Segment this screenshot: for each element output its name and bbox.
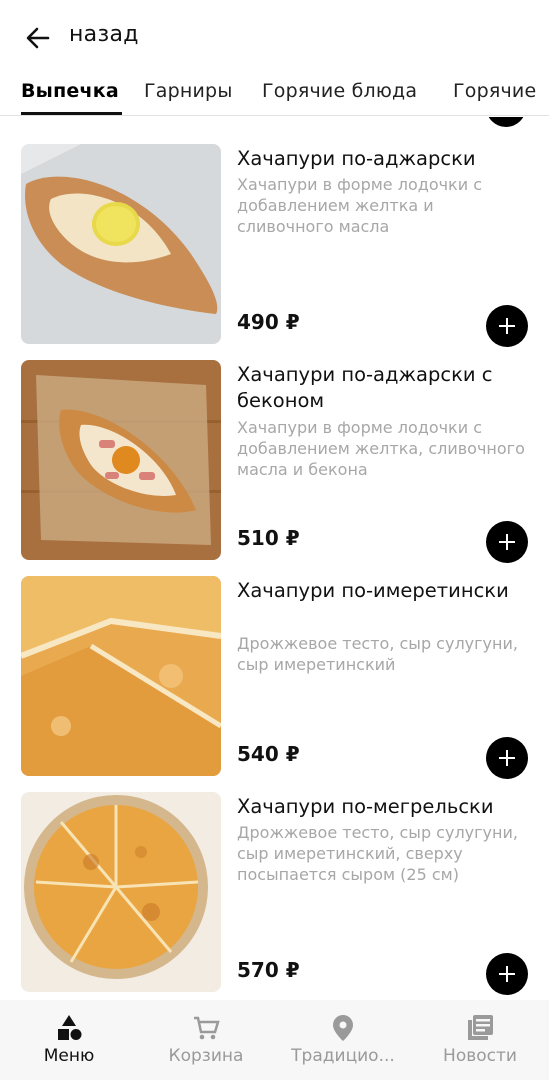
tab-hot-dishes[interactable]: Горячие блюда [262,80,417,102]
product-description: Хачапури в форме лодочки с добавлением ж… [237,175,482,236]
cart-icon [194,1016,220,1040]
product-price: 510 ₽ [237,526,300,550]
add-to-cart-button[interactable] [486,305,528,347]
add-to-cart-button[interactable] [486,521,528,563]
category-tabs: Выпечка Гарниры Горячие блюда Горячие [0,76,549,116]
product-title: Хачапури по-имеретински [237,579,509,602]
arrow-left-icon [26,27,50,49]
back-label[interactable]: назад [69,22,139,47]
nav-traditions[interactable]: Традицио... [279,1000,407,1080]
add-to-cart-button[interactable] [486,953,528,995]
bottom-navigation: Меню Корзина Традицио... Новости [0,1000,549,1080]
add-to-cart-button[interactable] [486,737,528,779]
shapes-icon [58,1015,82,1040]
product-description: Дрожжевое тесто, сыр сулугуни, сыр имере… [237,634,518,674]
nav-news[interactable]: Новости [430,1000,530,1080]
tab-vypechka[interactable]: Выпечка [21,80,119,102]
nav-cart-label: Корзина [168,1046,244,1066]
top-app-bar: назад [0,0,549,76]
product-card[interactable]: Хачапури по-аджарски с беконом Хачапури … [0,360,549,563]
product-image [21,792,221,992]
product-title: Хачапури по-аджарски [237,147,476,170]
product-list[interactable]: Хачапури по-аджарски Хачапури в форме ло… [0,117,549,1000]
product-price: 570 ₽ [237,958,300,982]
product-image [21,576,221,776]
back-button[interactable] [22,22,54,54]
active-tab-indicator [21,112,122,115]
location-pin-icon [333,1015,353,1041]
nav-menu-label: Меню [43,1046,95,1066]
product-image [21,144,221,344]
nav-news-label: Новости [443,1046,517,1066]
product-image [21,360,221,560]
news-icon [468,1015,493,1040]
product-description: Хачапури в форме лодочки с добавлением ж… [237,418,525,479]
product-title: Хачапури по-аджарски с беконом [237,363,493,412]
product-price: 540 ₽ [237,742,300,766]
product-title: Хачапури по-мегрельски [237,795,494,818]
product-price: 490 ₽ [237,310,300,334]
nav-traditions-label: Традицио... [291,1046,395,1066]
nav-cart[interactable]: Корзина [158,1000,254,1080]
product-card[interactable]: Хачапури по-аджарски Хачапури в форме ло… [0,144,549,347]
tab-garniry[interactable]: Гарниры [144,80,233,102]
tab-hot-2[interactable]: Горячие [453,80,536,102]
add-button-partial[interactable] [486,117,526,127]
product-card[interactable]: Хачапури по-имеретински Дрожжевое тесто,… [0,576,549,779]
product-card[interactable]: Хачапури по-мегрельски Дрожжевое тесто, … [0,792,549,995]
product-description: Дрожжевое тесто, сыр сулугуни, сыр имере… [237,823,518,884]
nav-menu[interactable]: Меню [21,1000,117,1080]
